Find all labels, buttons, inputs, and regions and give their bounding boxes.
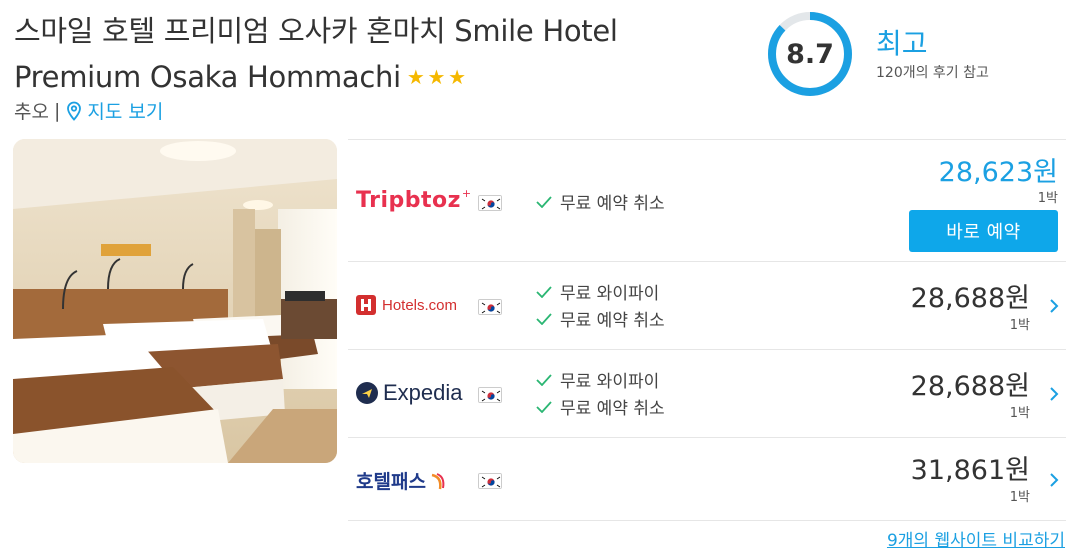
offer-row-hotels-com[interactable]: Hotels.com 무료 와이파이 무료 예약 취소 28,688원 1박 — [348, 261, 1066, 349]
check-icon — [536, 195, 552, 208]
view-map-link[interactable]: 지도 보기 — [66, 97, 163, 124]
offer-price[interactable]: 28,623원 — [939, 150, 1058, 189]
korea-flag-icon — [478, 299, 502, 315]
offer-features: 무료 와이파이 무료 예약 취소 — [536, 278, 665, 332]
hotels-com-icon — [356, 295, 376, 315]
check-icon — [536, 400, 552, 413]
korea-flag-icon — [478, 473, 502, 489]
star-icon: ★ — [448, 65, 466, 89]
hotel-title-line-1: 스마일 호텔 프리미엄 오사카 혼마치 Smile Hotel — [14, 14, 618, 48]
offer-price[interactable]: 28,688원 — [911, 276, 1030, 315]
per-night-label: 1박 — [1009, 490, 1030, 505]
feature-item: 무료 예약 취소 — [536, 305, 665, 332]
map-pin-icon — [67, 101, 82, 121]
review-count: 120개의 후기 참고 — [876, 65, 989, 81]
offer-row-tripbtoz[interactable]: Tripbtoz + 무료 예약 취소 28,623원 1박 바로 예약 — [348, 139, 1066, 261]
hotel-room-image — [13, 139, 337, 463]
compare-websites-link[interactable]: 9개의 웹사이트 비교하기 — [887, 526, 1065, 551]
hotels-com-logo: Hotels.com — [356, 295, 457, 315]
hotelpass-swoosh-icon — [431, 472, 445, 489]
offer-price[interactable]: 31,861원 — [911, 448, 1030, 487]
offer-price[interactable]: 28,688원 — [911, 364, 1030, 403]
rating-label: 최고 — [876, 27, 928, 60]
tripbtoz-logo: Tripbtoz + — [356, 187, 472, 213]
hotelpass-logo: 호텔패스 — [356, 467, 448, 494]
view-map-label: 지도 보기 — [87, 101, 164, 123]
korea-flag-icon — [478, 195, 502, 211]
feature-item: 무료 와이파이 — [536, 278, 665, 305]
feature-item: 무료 와이파이 — [536, 366, 665, 393]
expedia-logo: Expedia — [356, 380, 463, 406]
per-night-label: 1박 — [1037, 191, 1058, 206]
per-night-label: 1박 — [1009, 318, 1030, 333]
offer-features: 무료 와이파이 무료 예약 취소 — [536, 366, 665, 420]
feature-item: 무료 예약 취소 — [536, 393, 665, 420]
offer-row-expedia[interactable]: Expedia 무료 와이파이 무료 예약 취소 28,688원 1박 — [348, 349, 1066, 437]
hotel-location: 추오 | 지도 보기 — [14, 97, 163, 124]
chevron-right-icon[interactable] — [1046, 470, 1062, 490]
separator: | — [53, 99, 61, 122]
korea-flag-icon — [478, 387, 502, 403]
check-icon — [536, 285, 552, 298]
check-icon — [536, 373, 552, 386]
offer-row-hotelpass[interactable]: 호텔패스 31,861원 1박 — [348, 437, 1066, 521]
star-icon: ★ — [427, 65, 446, 89]
hotel-photo[interactable] — [13, 139, 337, 463]
hotel-title-line-2-wrap: Premium Osaka Hommachi ★ ★ ★ — [14, 60, 466, 94]
chevron-right-icon[interactable] — [1046, 384, 1062, 404]
star-icon: ★ — [406, 65, 425, 89]
per-night-label: 1박 — [1009, 406, 1030, 421]
hotel-star-rating: ★ ★ ★ — [407, 67, 466, 87]
rating-score: 8.7 — [786, 38, 834, 70]
expedia-icon — [356, 382, 378, 404]
book-now-button[interactable]: 바로 예약 — [909, 210, 1058, 252]
area-name: 추오 — [14, 101, 49, 123]
rating-score-ring: 8.7 — [766, 10, 854, 98]
check-icon — [536, 312, 552, 325]
offer-features: 무료 예약 취소 — [536, 188, 665, 215]
feature-item: 무료 예약 취소 — [536, 188, 665, 215]
price-offers-list: Tripbtoz + 무료 예약 취소 28,623원 1박 바로 예약 Hot… — [348, 139, 1066, 521]
hotel-title-line-2: Premium Osaka Hommachi — [14, 60, 401, 94]
chevron-right-icon[interactable] — [1046, 296, 1062, 316]
